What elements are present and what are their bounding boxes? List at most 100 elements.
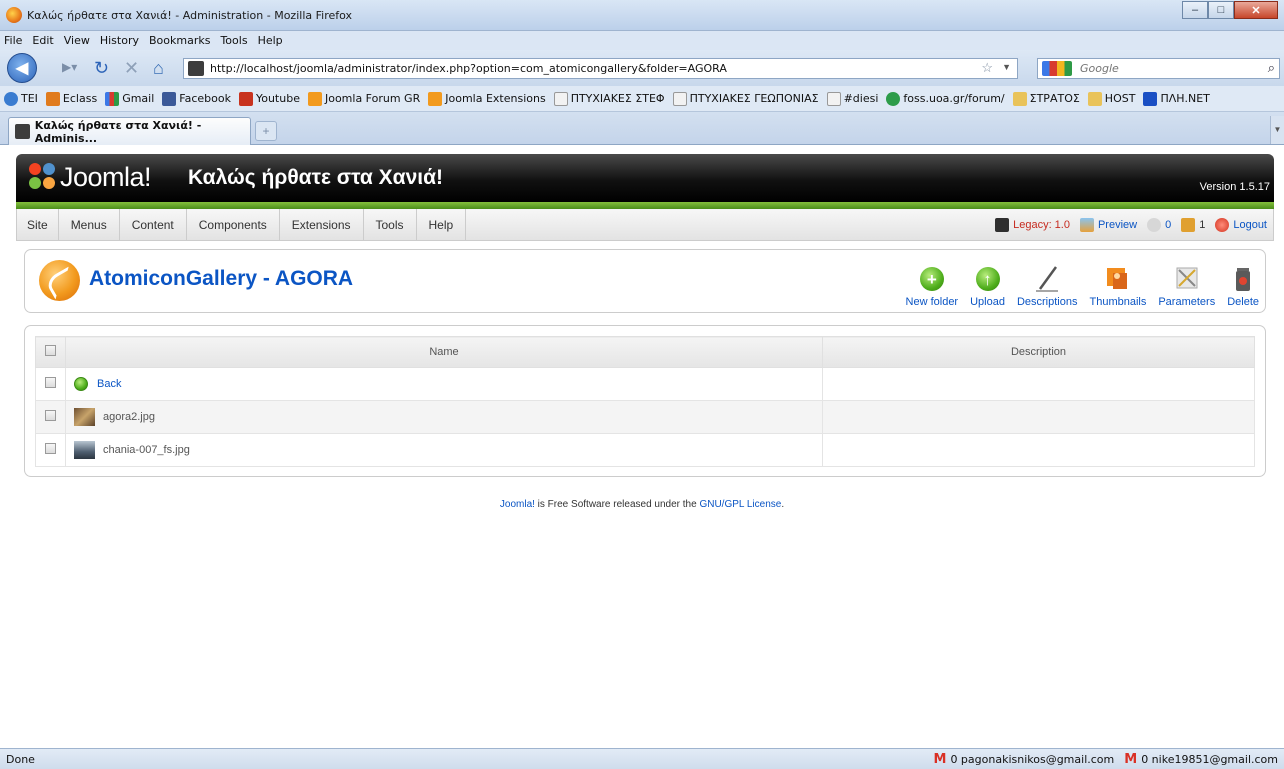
- thumbnails-button[interactable]: Thumbnails: [1083, 256, 1152, 308]
- column-description[interactable]: Description: [822, 336, 1255, 368]
- bookmark-item[interactable]: #diesi: [826, 91, 878, 106]
- joomla-link[interactable]: Joomla!: [500, 499, 535, 510]
- legacy-mode[interactable]: Legacy: 1.0: [995, 217, 1070, 232]
- bookmark-item[interactable]: ΠΤΥΧΙΑΚΕΣ ΓΕΩΠΟΝΙΑΣ: [672, 91, 819, 106]
- url-input[interactable]: [210, 61, 990, 76]
- plus-icon: +: [919, 267, 944, 291]
- users-icon: [1181, 217, 1196, 232]
- google-engine-icon[interactable]: [1042, 61, 1072, 76]
- minimize-button[interactable]: –: [1182, 1, 1208, 19]
- row-checkbox[interactable]: [45, 443, 56, 454]
- menu-content[interactable]: Content: [120, 209, 187, 240]
- bookmark-icon: [886, 91, 901, 106]
- window-titlebar: Καλώς ήρθατε στα Χανιά! - Administration…: [0, 0, 1284, 31]
- bookmark-item[interactable]: HOST: [1087, 91, 1135, 106]
- admin-menu: Site Menus Content Components Extensions…: [16, 209, 1274, 241]
- new-tab-button[interactable]: +: [255, 121, 277, 141]
- bookmark-item[interactable]: ΠΛΗ.ΝΕΤ: [1143, 91, 1210, 106]
- bookmark-item[interactable]: Eclass: [45, 91, 97, 106]
- file-name[interactable]: agora2.jpg: [103, 411, 155, 423]
- browser-tab[interactable]: Καλώς ήρθατε στα Χανιά! - Adminis...: [8, 117, 251, 145]
- reload-icon[interactable]: ↻: [94, 59, 109, 77]
- file-table: Name Description Back agora2.jpg chania-…: [35, 336, 1255, 467]
- bookmark-star-icon[interactable]: ☆: [981, 60, 993, 76]
- bookmark-item[interactable]: ΠΤΥΧΙΑΚΕΣ ΣΤΕΦ: [553, 91, 665, 106]
- menu-edit[interactable]: Edit: [32, 34, 53, 47]
- back-link[interactable]: Back: [97, 378, 121, 390]
- bookmark-item[interactable]: foss.uoa.gr/forum/: [886, 91, 1005, 106]
- menu-extensions[interactable]: Extensions: [280, 209, 364, 240]
- preview-link[interactable]: Preview: [1079, 217, 1137, 232]
- new-folder-button[interactable]: + New folder: [900, 256, 965, 308]
- file-list-panel: Name Description Back agora2.jpg chania-…: [24, 325, 1266, 477]
- menu-view[interactable]: View: [64, 34, 90, 47]
- gmail-notifier-2[interactable]: M0 nike19851@gmail.com: [1124, 752, 1278, 767]
- footer-end: .: [781, 499, 785, 510]
- footer-text: is Free Software released under the: [534, 499, 700, 510]
- descriptions-button[interactable]: Descriptions: [1011, 256, 1084, 308]
- preview-icon: [1079, 217, 1094, 232]
- menu-history[interactable]: History: [100, 34, 139, 47]
- bookmark-icon: [1143, 91, 1158, 106]
- tab-strip: Καλώς ήρθατε στα Χανιά! - Adminis... + ▼: [0, 112, 1284, 145]
- bookmark-item[interactable]: Facebook: [162, 91, 231, 106]
- maximize-button[interactable]: □: [1208, 1, 1234, 19]
- file-name[interactable]: chania-007_fs.jpg: [103, 444, 190, 456]
- url-bar[interactable]: ☆ ▼: [183, 58, 1018, 79]
- menu-components[interactable]: Components: [187, 209, 280, 240]
- select-all-checkbox[interactable]: [45, 345, 56, 356]
- thumbnails-icon: [1105, 265, 1131, 293]
- menu-tools[interactable]: Tools: [364, 209, 417, 240]
- upload-button[interactable]: ↑ Upload: [964, 256, 1011, 308]
- logout-link[interactable]: Logout: [1215, 217, 1267, 232]
- bookmark-item[interactable]: Joomla Forum GR: [307, 91, 420, 106]
- bookmark-icon: [162, 91, 177, 106]
- tab-list-button[interactable]: ▼: [1270, 116, 1284, 144]
- image-thumbnail-icon[interactable]: [74, 441, 95, 459]
- bookmark-item[interactable]: Youtube: [238, 91, 300, 106]
- search-icon[interactable]: ⌕: [1268, 60, 1275, 76]
- menu-site[interactable]: Site: [17, 209, 59, 240]
- bookmark-item[interactable]: Gmail: [105, 91, 154, 106]
- messages-icon: [1147, 217, 1162, 232]
- menu-bookmarks[interactable]: Bookmarks: [149, 34, 210, 47]
- search-input[interactable]: [1080, 62, 1250, 75]
- site-name: Καλώς ήρθατε στα Χανιά!: [188, 166, 443, 189]
- table-row: agora2.jpg: [35, 400, 1255, 434]
- folder-icon: [1087, 91, 1102, 106]
- bookmark-item[interactable]: ΣΤΡΑΤΟΣ: [1012, 91, 1080, 106]
- page-content: Joomla! Καλώς ήρθατε στα Χανιά! Version …: [0, 145, 1284, 748]
- menu-help[interactable]: Help: [417, 209, 467, 240]
- header-divider: [16, 202, 1274, 209]
- bookmark-item[interactable]: TEI: [4, 91, 38, 106]
- menu-file[interactable]: File: [4, 34, 22, 47]
- menu-tools[interactable]: Tools: [220, 34, 247, 47]
- back-arrow-icon[interactable]: [74, 377, 88, 391]
- menu-help[interactable]: Help: [258, 34, 283, 47]
- messages-count[interactable]: 0: [1147, 217, 1171, 232]
- bookmark-item[interactable]: Joomla Extensions: [428, 91, 546, 106]
- menu-menus[interactable]: Menus: [59, 209, 120, 240]
- status-text: Done: [6, 753, 35, 766]
- navigation-toolbar: ◀ ▶▾ ↻ ✕ ⌂ ☆ ▼ ⌕: [0, 50, 1284, 86]
- url-dropdown-icon[interactable]: ▼: [1002, 62, 1011, 72]
- column-name[interactable]: Name: [65, 336, 823, 368]
- forward-arrow-icon[interactable]: ▶▾: [62, 60, 84, 78]
- license-link[interactable]: GNU/GPL License: [699, 499, 781, 510]
- bookmark-icon: [307, 91, 322, 106]
- image-thumbnail-icon[interactable]: [74, 408, 95, 426]
- stop-icon[interactable]: ✕: [124, 59, 139, 77]
- row-description: [822, 367, 1255, 401]
- gmail-icon: M: [933, 752, 947, 767]
- parameters-button[interactable]: Parameters: [1152, 256, 1221, 308]
- row-checkbox[interactable]: [45, 410, 56, 421]
- row-checkbox[interactable]: [45, 377, 56, 388]
- delete-button[interactable]: Delete: [1221, 256, 1265, 308]
- search-bar[interactable]: ⌕: [1037, 58, 1280, 79]
- home-icon[interactable]: ⌂: [153, 59, 164, 77]
- gmail-notifier-1[interactable]: M0 pagonakisnikos@gmail.com: [934, 752, 1115, 767]
- close-window-button[interactable]: ✕: [1234, 1, 1278, 19]
- bookmark-icon: [105, 91, 120, 106]
- back-arrow-icon[interactable]: ◀: [7, 53, 37, 83]
- select-all-checkbox-cell: [35, 336, 66, 368]
